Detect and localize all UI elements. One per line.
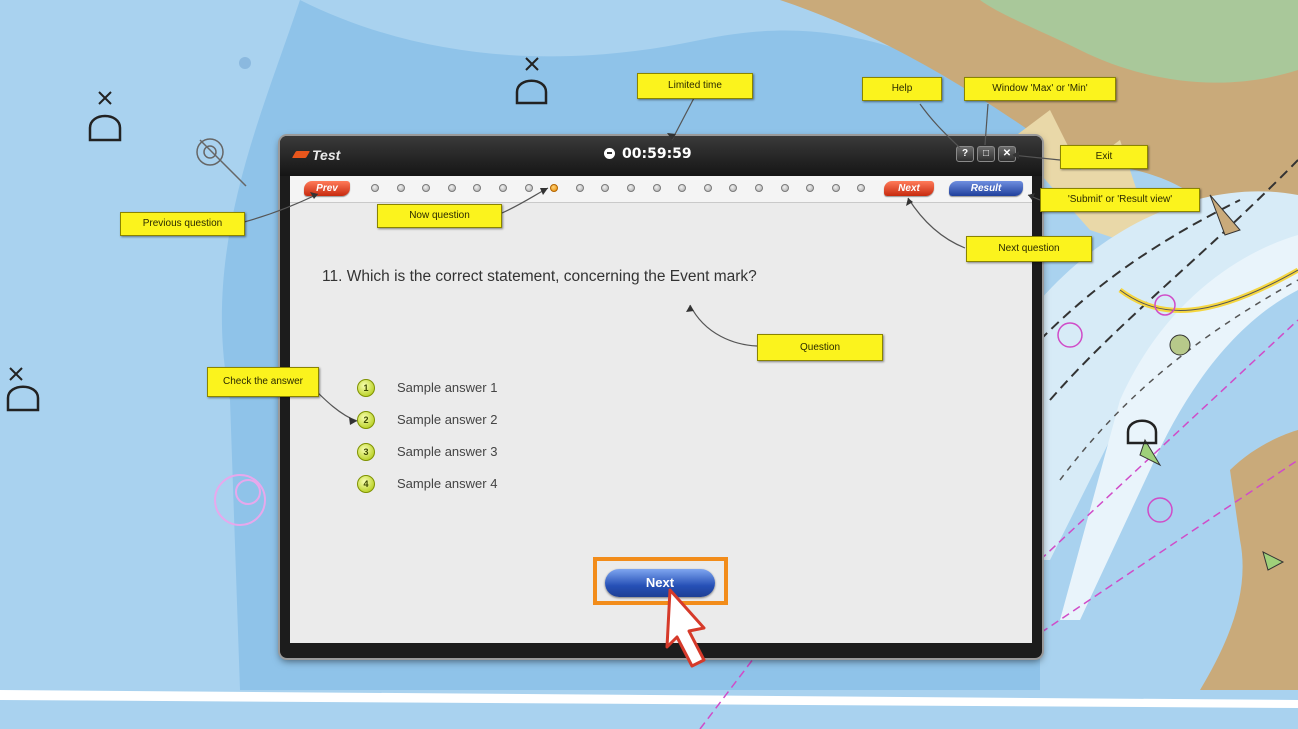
answer-option[interactable]: 1 Sample answer 1 xyxy=(357,378,577,400)
question-dot[interactable] xyxy=(575,184,584,192)
answer-number-icon[interactable]: 4 xyxy=(357,475,375,493)
question-dot[interactable] xyxy=(755,184,763,192)
question-dot[interactable] xyxy=(729,184,738,192)
help-button[interactable]: ? xyxy=(956,146,974,162)
result-button[interactable]: Result xyxy=(949,181,1023,196)
callout-previous-question: Previous question xyxy=(120,212,245,236)
app-logo-icon xyxy=(291,151,311,158)
answer-option[interactable]: 4 Sample answer 4 xyxy=(357,474,577,496)
question-dot[interactable] xyxy=(499,184,507,192)
question-dot[interactable] xyxy=(473,184,482,192)
callout-check-answer: Check the answer xyxy=(207,367,319,397)
next-button[interactable]: Next xyxy=(605,569,715,597)
window-title: Test xyxy=(312,147,341,163)
close-button[interactable]: ✕ xyxy=(998,146,1016,162)
callout-exit: Exit xyxy=(1060,145,1148,169)
question-dot[interactable] xyxy=(447,184,456,192)
question-dot[interactable] xyxy=(422,184,431,192)
question-dot[interactable] xyxy=(806,184,815,192)
current-question-dot[interactable] xyxy=(550,184,559,192)
timer-value: 00:59:59 xyxy=(622,146,692,162)
answer-label: Sample answer 3 xyxy=(397,444,498,459)
answer-number-icon[interactable]: 1 xyxy=(357,379,375,397)
answer-option[interactable]: 3 Sample answer 3 xyxy=(357,442,577,464)
clock-icon xyxy=(604,148,615,159)
answer-label: Sample answer 1 xyxy=(397,380,498,395)
callout-window-max-min: Window 'Max' or 'Min' xyxy=(964,77,1116,101)
tutorial-screen: Test 00:59:59 ? □ ✕ Prev Next Result 11.… xyxy=(0,0,1298,729)
callout-question: Question xyxy=(757,334,883,361)
question-dot[interactable] xyxy=(857,184,866,192)
callout-submit-result: 'Submit' or 'Result view' xyxy=(1040,188,1200,212)
question-dot[interactable] xyxy=(396,184,405,192)
next-question-button[interactable]: Next xyxy=(884,181,934,196)
question-dot[interactable] xyxy=(780,184,789,192)
callout-help: Help xyxy=(862,77,942,101)
answer-option[interactable]: 2 Sample answer 2 xyxy=(357,410,577,432)
answer-number-icon[interactable]: 2 xyxy=(357,411,375,429)
callout-limited-time: Limited time xyxy=(637,73,753,99)
answer-number-icon[interactable]: 3 xyxy=(357,443,375,461)
question-dot[interactable] xyxy=(627,184,635,192)
question-dot[interactable] xyxy=(703,184,712,192)
window-resize-button[interactable]: □ xyxy=(977,146,995,162)
question-navigator: Prev Next Result xyxy=(290,176,1032,203)
question-dot[interactable] xyxy=(524,184,533,192)
callout-now-question: Now question xyxy=(377,204,502,228)
question-dot[interactable] xyxy=(601,184,610,192)
title-bar: Test 00:59:59 ? □ ✕ xyxy=(280,136,1042,176)
question-dot[interactable] xyxy=(831,184,840,192)
callout-next-question: Next question xyxy=(966,236,1092,262)
prev-button[interactable]: Prev xyxy=(304,181,350,196)
answer-label: Sample answer 4 xyxy=(397,476,498,491)
question-text: 11. Which is the correct statement, conc… xyxy=(322,268,757,285)
answer-label: Sample answer 2 xyxy=(397,412,498,427)
timer-display: 00:59:59 xyxy=(604,146,692,162)
question-dot[interactable] xyxy=(371,184,379,192)
question-dot[interactable] xyxy=(652,184,661,192)
question-dot[interactable] xyxy=(678,184,687,192)
